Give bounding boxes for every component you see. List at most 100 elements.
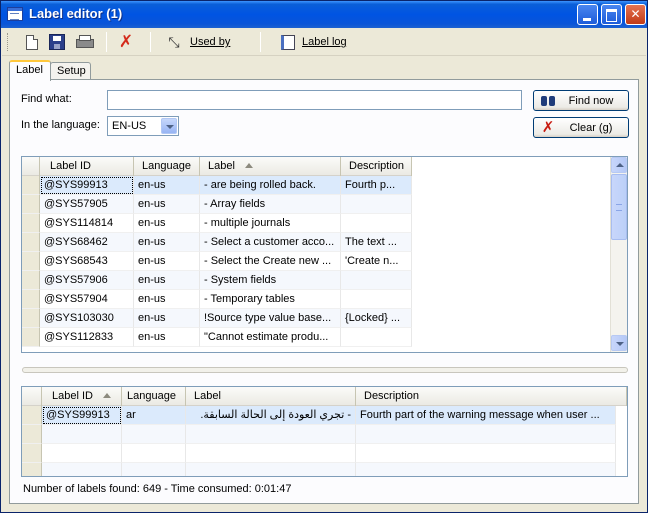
scroll-up-button[interactable]: [611, 157, 627, 173]
labels-grid-scrollbar[interactable]: [610, 157, 627, 352]
cell-language[interactable]: en-us: [134, 328, 200, 347]
cell-language[interactable]: en-us: [134, 271, 200, 290]
row-selector[interactable]: [22, 214, 40, 233]
cell-description[interactable]: {Locked} ...: [341, 309, 412, 328]
table-row[interactable]: @SYS57906 en-us - System fields: [22, 271, 412, 290]
cell-language[interactable]: ar: [122, 406, 186, 425]
column-header-language[interactable]: Language: [122, 387, 186, 406]
cell-label[interactable]: - Temporary tables: [200, 290, 341, 309]
cell-language[interactable]: [122, 444, 186, 463]
cell-language[interactable]: en-us: [134, 233, 200, 252]
find-what-input[interactable]: [107, 90, 522, 110]
cell-language[interactable]: [122, 463, 186, 476]
new-button[interactable]: [24, 33, 38, 51]
close-button[interactable]: ✕: [625, 4, 646, 25]
cell-description[interactable]: [341, 195, 412, 214]
table-row[interactable]: [22, 425, 616, 444]
cell-description[interactable]: [356, 444, 616, 463]
cell-label-id[interactable]: @SYS103030: [40, 309, 134, 328]
cell-language[interactable]: en-us: [134, 252, 200, 271]
cell-label[interactable]: [186, 444, 356, 463]
table-row[interactable]: [22, 463, 616, 476]
table-row[interactable]: @SYS99913 ar - تجري العودة إلى الحالة السا…: [22, 406, 616, 425]
column-header-label[interactable]: Label: [186, 387, 356, 406]
table-row[interactable]: @SYS114814 en-us - multiple journals: [22, 214, 412, 233]
cell-description[interactable]: [341, 271, 412, 290]
cell-language[interactable]: en-us: [134, 214, 200, 233]
cell-label-id[interactable]: @SYS57904: [40, 290, 134, 309]
cell-label[interactable]: [186, 425, 356, 444]
cell-label-id[interactable]: @SYS68462: [40, 233, 134, 252]
table-row[interactable]: @SYS99913 en-us - are being rolled back. Fo…: [22, 176, 412, 195]
cell-label-id[interactable]: @SYS99913: [40, 176, 134, 195]
delete-button[interactable]: ✗: [118, 33, 134, 51]
cell-description[interactable]: [356, 425, 616, 444]
used-by-button[interactable]: ⤡ Used by: [166, 33, 230, 51]
grid-splitter[interactable]: [22, 367, 628, 373]
cell-label[interactable]: - Select a customer acco...: [200, 233, 341, 252]
column-header-description[interactable]: Description: [356, 387, 627, 406]
scroll-thumb[interactable]: [611, 174, 627, 240]
column-header-label-id[interactable]: Label ID: [40, 157, 134, 176]
cell-label[interactable]: - System fields: [200, 271, 341, 290]
cell-label-id[interactable]: [42, 425, 122, 444]
cell-description[interactable]: Fourth part of the warning message when …: [356, 406, 616, 425]
cell-label-id[interactable]: @SYS112833: [40, 328, 134, 347]
column-header-description[interactable]: Description: [341, 157, 412, 176]
column-header-language[interactable]: Language: [134, 157, 200, 176]
cell-label[interactable]: - multiple journals: [200, 214, 341, 233]
row-selector[interactable]: [22, 176, 40, 195]
table-row[interactable]: @SYS68543 en-us - Select the Create new ..…: [22, 252, 412, 271]
cell-description[interactable]: [341, 328, 412, 347]
labels-grid[interactable]: Label ID Language Label Description @SYS…: [21, 156, 628, 353]
cell-description[interactable]: [341, 290, 412, 309]
title-bar[interactable]: Label editor (1) ✕: [1, 1, 647, 28]
maximize-button[interactable]: [601, 4, 622, 25]
row-selector[interactable]: [22, 328, 40, 347]
cell-label-id[interactable]: @SYS99913: [42, 406, 122, 425]
row-selector[interactable]: [22, 444, 42, 463]
cell-description[interactable]: 'Create n...: [341, 252, 412, 271]
cell-description[interactable]: [341, 214, 412, 233]
cell-language[interactable]: en-us: [134, 195, 200, 214]
chevron-down-icon[interactable]: [161, 118, 177, 134]
cell-label-id[interactable]: [42, 444, 122, 463]
tab-label[interactable]: Label: [9, 60, 51, 81]
cell-label-id[interactable]: @SYS68543: [40, 252, 134, 271]
table-row[interactable]: @SYS103030 en-us !Source type value base..…: [22, 309, 412, 328]
cell-description[interactable]: The text ...: [341, 233, 412, 252]
table-row[interactable]: [22, 444, 616, 463]
cell-label[interactable]: - Select the Create new ...: [200, 252, 341, 271]
row-selector[interactable]: [22, 233, 40, 252]
label-log-button[interactable]: Label log: [278, 33, 347, 51]
cell-label[interactable]: "Cannot estimate produ...: [200, 328, 341, 347]
cell-language[interactable]: en-us: [134, 176, 200, 195]
row-selector[interactable]: [22, 290, 40, 309]
cell-language[interactable]: en-us: [134, 309, 200, 328]
row-selector[interactable]: [22, 309, 40, 328]
minimize-button[interactable]: [577, 4, 598, 25]
row-selector[interactable]: [22, 463, 42, 476]
cell-label[interactable]: !Source type value base...: [200, 309, 341, 328]
find-now-button[interactable]: Find now: [533, 90, 629, 111]
row-selector[interactable]: [22, 252, 40, 271]
cell-label[interactable]: [186, 463, 356, 476]
table-row[interactable]: @SYS57904 en-us - Temporary tables: [22, 290, 412, 309]
cell-label-id[interactable]: @SYS114814: [40, 214, 134, 233]
cell-label-id[interactable]: [42, 463, 122, 476]
table-row[interactable]: @SYS112833 en-us "Cannot estimate produ...: [22, 328, 412, 347]
row-selector[interactable]: [22, 271, 40, 290]
translations-grid[interactable]: Label ID Language Label Description @SYS…: [21, 386, 628, 477]
cell-label[interactable]: - Array fields: [200, 195, 341, 214]
table-row[interactable]: @SYS57905 en-us - Array fields: [22, 195, 412, 214]
cell-label-id[interactable]: @SYS57905: [40, 195, 134, 214]
tab-setup[interactable]: Setup: [50, 62, 91, 80]
row-selector[interactable]: [22, 195, 40, 214]
column-header-label-id[interactable]: Label ID: [42, 387, 122, 406]
row-selector[interactable]: [22, 406, 42, 425]
row-selector[interactable]: [22, 425, 42, 444]
print-button[interactable]: [76, 33, 94, 51]
cell-description[interactable]: [356, 463, 616, 476]
toolbar-grip[interactable]: [7, 33, 10, 51]
column-header-label[interactable]: Label: [200, 157, 341, 176]
